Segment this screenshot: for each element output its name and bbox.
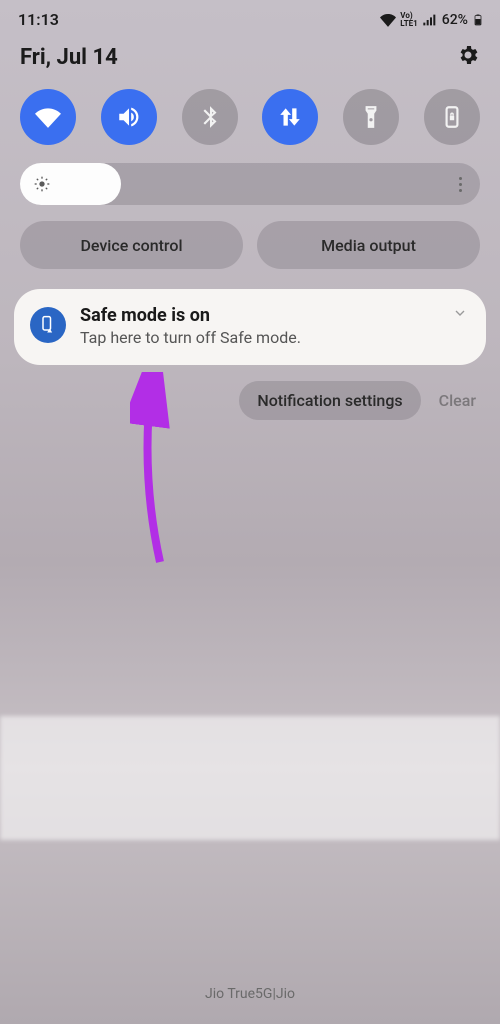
wifi-toggle[interactable] [20, 89, 76, 145]
notification-list: Safe mode is on Tap here to turn off Saf… [0, 289, 500, 365]
flashlight-icon [358, 104, 384, 130]
clear-button[interactable]: Clear [439, 391, 476, 410]
header-row: Fri, Jul 14 [0, 33, 500, 83]
notification-body: Safe mode is on Tap here to turn off Saf… [80, 305, 468, 347]
safe-mode-notification[interactable]: Safe mode is on Tap here to turn off Saf… [14, 289, 486, 365]
bluetooth-icon [197, 104, 223, 130]
brightness-menu-icon[interactable] [459, 177, 462, 192]
battery-percent: 62% [442, 12, 468, 28]
flashlight-toggle[interactable] [343, 89, 399, 145]
notification-settings-label: Notification settings [257, 391, 402, 410]
data-toggle[interactable] [262, 89, 318, 145]
phone-alert-icon [38, 315, 58, 335]
sound-icon [116, 104, 142, 130]
chevron-down-icon [452, 305, 468, 321]
brightness-slider[interactable] [20, 163, 480, 205]
rotation-lock-icon [439, 104, 465, 130]
brightness-slider-wrap [0, 163, 500, 221]
safe-mode-app-icon [30, 307, 66, 343]
wifi-icon [35, 104, 61, 130]
dock-blur [0, 716, 500, 840]
clear-label: Clear [439, 391, 476, 410]
brightness-icon [34, 176, 50, 192]
status-indicators: Vo)LTE1 62% [380, 12, 484, 28]
status-bar: 11:13 Vo)LTE1 62% [0, 0, 500, 33]
notification-title: Safe mode is on [80, 305, 468, 326]
date-label[interactable]: Fri, Jul 14 [20, 45, 118, 70]
media-output-button[interactable]: Media output [257, 221, 480, 269]
settings-button[interactable] [456, 43, 480, 71]
device-control-button[interactable]: Device control [20, 221, 243, 269]
bluetooth-toggle[interactable] [182, 89, 238, 145]
sound-toggle[interactable] [101, 89, 157, 145]
notification-subtitle: Tap here to turn off Safe mode. [80, 328, 468, 347]
battery-icon [472, 12, 484, 28]
media-output-label: Media output [321, 236, 416, 255]
notification-footer: Notification settings Clear [0, 365, 500, 420]
rotation-lock-toggle[interactable] [424, 89, 480, 145]
status-time: 11:13 [18, 10, 59, 29]
wifi-status-icon [380, 12, 396, 28]
carrier-label: Jio True5G|Jio [0, 986, 500, 1002]
expand-chevron[interactable] [452, 305, 468, 325]
device-control-label: Device control [80, 236, 182, 255]
quick-toggles [0, 83, 500, 163]
control-pills: Device control Media output [0, 221, 500, 289]
data-arrows-icon [277, 104, 303, 130]
gear-icon [456, 43, 480, 67]
notification-settings-button[interactable]: Notification settings [239, 381, 420, 420]
signal-icon [422, 12, 438, 28]
annotation-arrow [130, 372, 190, 572]
